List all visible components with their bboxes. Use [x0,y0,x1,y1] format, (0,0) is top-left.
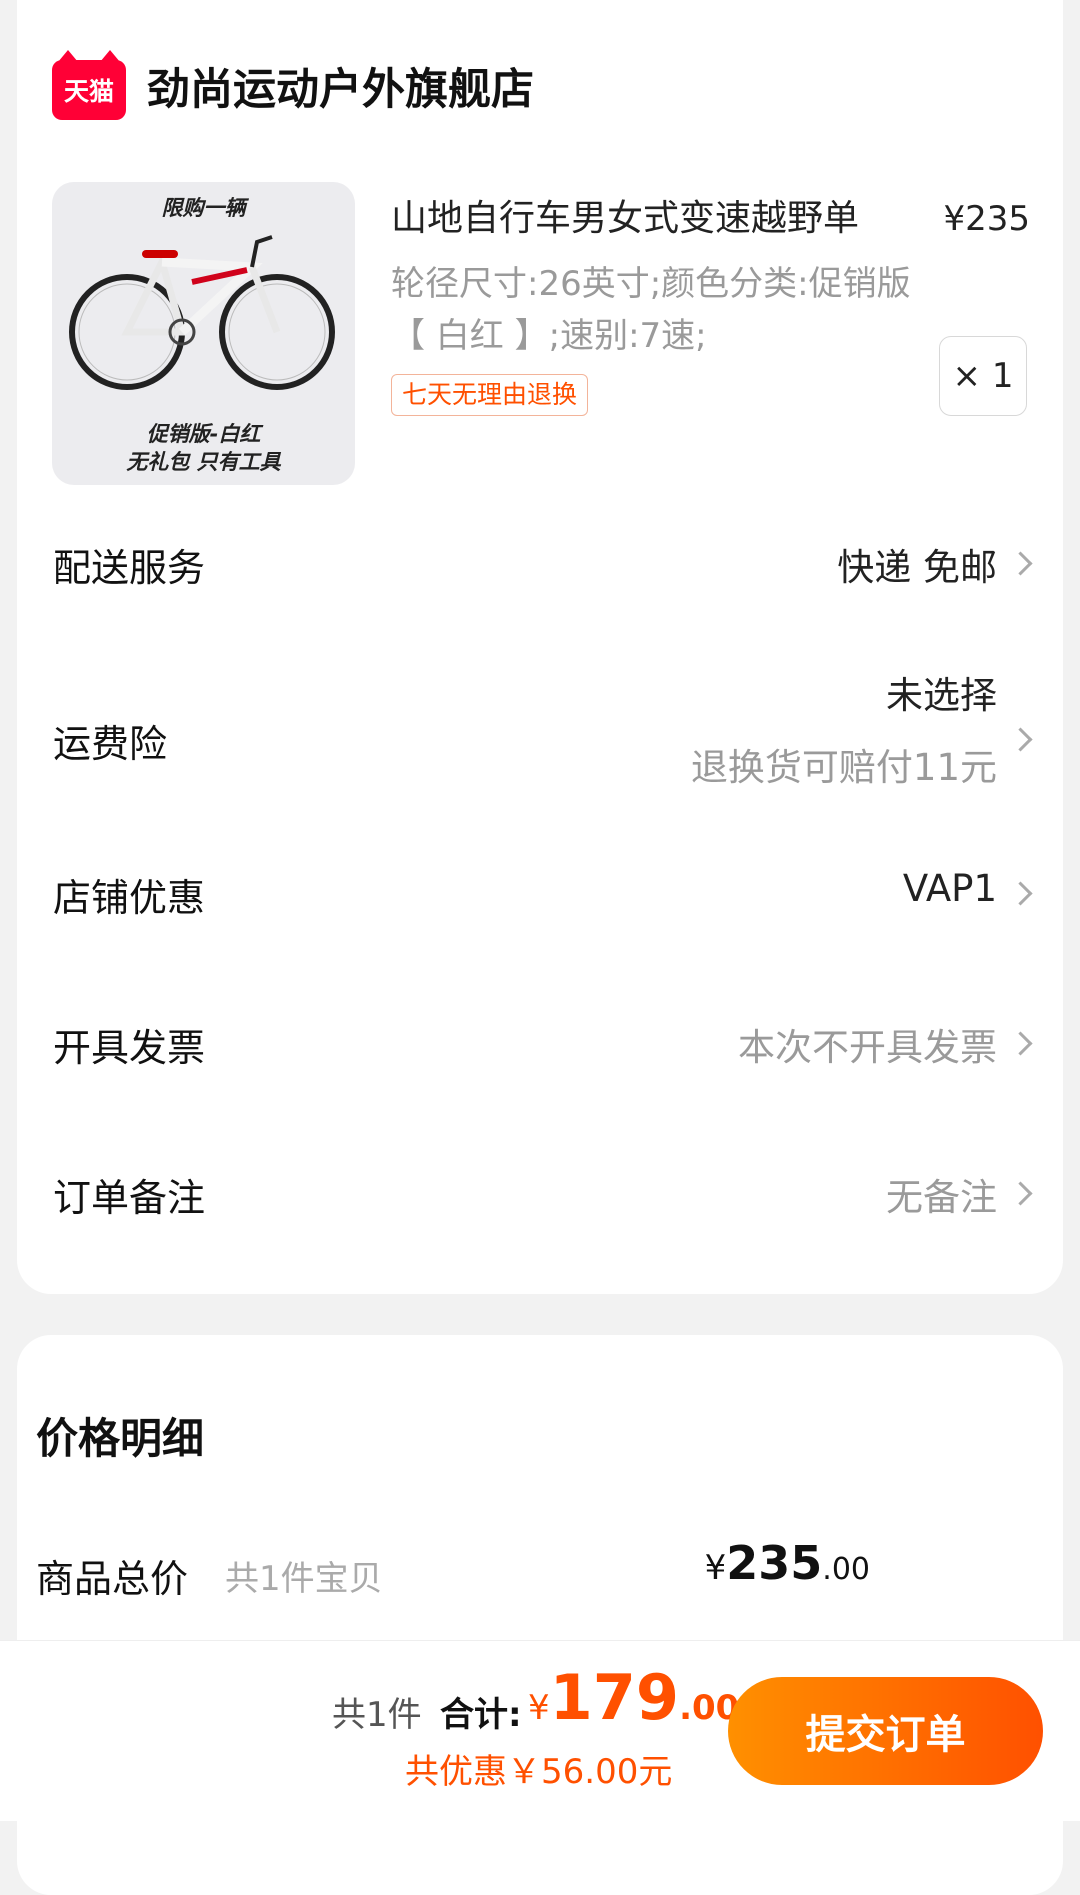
product-price: ¥235 [943,199,1030,239]
chevron-right-icon [1008,727,1033,752]
total-label: 合计: [440,1695,522,1735]
order-card: 天猫 劲尚运动户外旗舰店 限购一辆 促销版-白红 无礼包 只有工具 山地自行车男… [17,0,1063,1294]
order-note-row[interactable]: 订单备注 无备注 [53,1145,1033,1235]
goods-count: 共1件宝贝 [225,1559,383,1599]
goods-total-currency: ¥ [704,1548,727,1588]
goods-total-int: 235 [726,1536,823,1590]
shipping-insurance-row[interactable]: 运费险 未选择 退换货可赔付11元 [53,665,1033,805]
product-image-bottom-line2: 无礼包 只有工具 [126,450,281,474]
tmall-logo-text: 天猫 [63,77,114,106]
goods-total-dec: .00 [822,1552,870,1587]
invoice-row[interactable]: 开具发票 本次不开具发票 [53,995,1033,1085]
shipping-insurance-label: 运费险 [53,722,168,766]
product-spec[interactable]: 轮径尺寸:26英寸;颜色分类:促销版【 白红 】;速别:7速; [391,258,911,362]
product-image[interactable]: 限购一辆 促销版-白红 无礼包 只有工具 [52,182,355,485]
chevron-right-icon [1008,1031,1033,1056]
product-title[interactable]: 山地自行车男女式变速越野单 [391,196,931,242]
shipping-insurance-sub: 退换货可赔付11元 [690,746,997,789]
product-image-bottom-line1: 促销版-白红 [146,422,261,446]
store-discount-row[interactable]: 店铺优惠 VAP1 [53,845,1033,935]
goods-total-value: ¥235.00 [705,1536,870,1590]
order-note-value: 无备注 [886,1176,997,1219]
product-image-top-text: 限购一辆 [161,196,246,220]
submit-order-button[interactable]: 提交订单 [728,1677,1043,1785]
bicycle-icon [69,235,335,390]
total-currency: ¥ [528,1688,550,1728]
invoice-value: 本次不开具发票 [738,1026,997,1069]
total-amount: ¥179.00 [528,1661,739,1734]
store-discount-label: 店铺优惠 [53,876,206,920]
bottom-submit-bar: 共1件 合计: ¥179.00 共优惠￥56.00元 提交订单 [0,1640,1080,1821]
chevron-right-icon [1008,551,1033,576]
chevron-right-icon [1008,881,1033,906]
goods-total-label: 商品总价 [36,1557,189,1601]
return-policy-badge: 七天无理由退换 [391,374,589,416]
store-name[interactable]: 劲尚运动户外旗舰店 [147,60,534,120]
delivery-row[interactable]: 配送服务 快递 免邮 [53,515,1033,605]
total-int: 179 [549,1661,680,1734]
total-discount: 共优惠￥56.00元 [405,1752,673,1792]
item-count: 共1件 [332,1695,422,1735]
delivery-label: 配送服务 [53,546,206,590]
delivery-value: 快递 免邮 [837,546,997,589]
tmall-logo-icon: 天猫 [52,50,126,120]
price-detail-title: 价格明细 [36,1414,205,1463]
store-discount-value: VAP1 [902,867,997,910]
quantity-stepper[interactable]: × 1 [939,336,1027,416]
shipping-insurance-value: 未选择 [886,674,997,717]
chevron-right-icon [1008,1181,1033,1206]
invoice-label: 开具发票 [53,1026,206,1070]
order-note-label: 订单备注 [53,1176,206,1220]
